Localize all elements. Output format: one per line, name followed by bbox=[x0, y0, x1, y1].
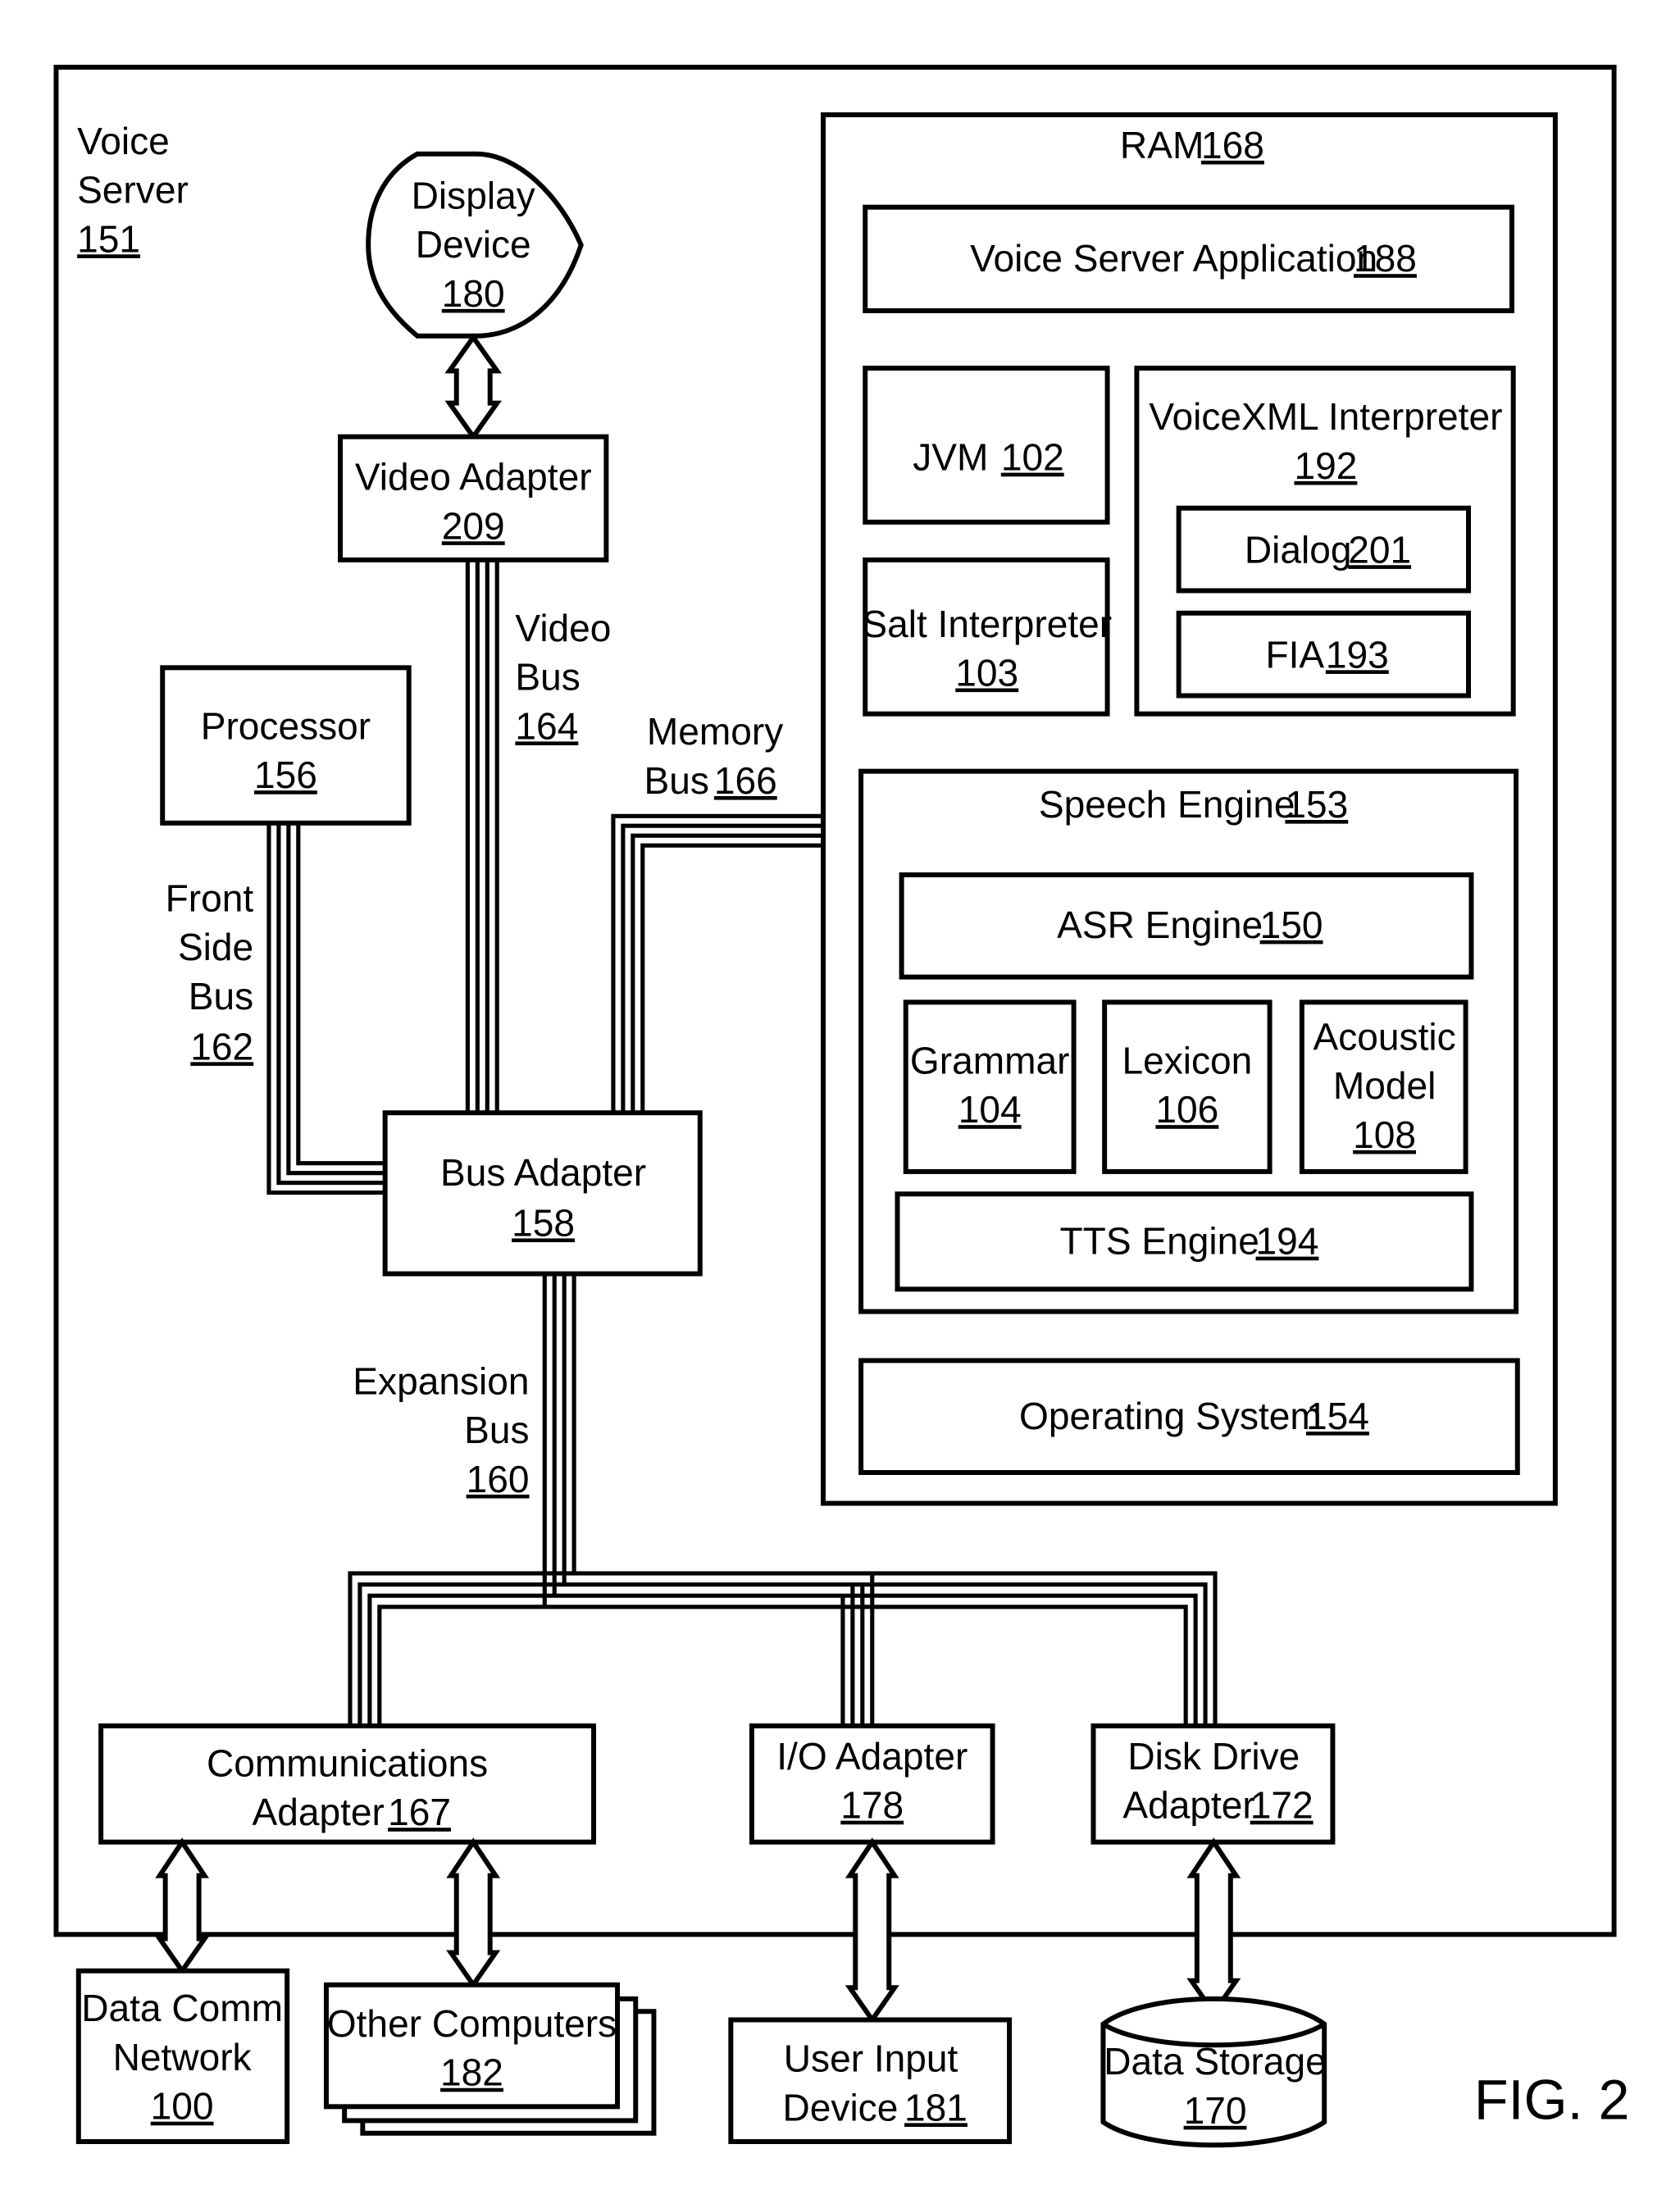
display-device-label-line2: Device bbox=[416, 223, 531, 266]
video-bus-ref: 164 bbox=[515, 704, 578, 747]
asr-engine-ref: 150 bbox=[1260, 904, 1323, 946]
processor-ref: 156 bbox=[254, 753, 317, 796]
ram-ref: 168 bbox=[1201, 124, 1264, 166]
asr-engine-label: ASR Engine bbox=[1057, 904, 1263, 946]
memory-bus-label-line1: Memory bbox=[647, 710, 783, 753]
other-computers-label: Other Computers bbox=[327, 2002, 617, 2045]
voice-server-label-line2: Server bbox=[77, 169, 189, 212]
disk-drive-adapter-label-line1: Disk Drive bbox=[1127, 1735, 1300, 1778]
user-input-device-label-line1: User Input bbox=[784, 2037, 958, 2080]
user-input-device-ref: 181 bbox=[904, 2086, 967, 2128]
figure-label: FIG. 2 bbox=[1474, 2069, 1630, 2132]
voicexml-interpreter-label: VoiceXML Interpreter bbox=[1149, 395, 1502, 438]
user-input-device-label-line2: Device bbox=[783, 2086, 899, 2128]
memory-bus-ref: 166 bbox=[714, 759, 777, 802]
voice-server-application-label: Voice Server Application bbox=[970, 237, 1377, 280]
voicexml-interpreter-ref: 192 bbox=[1294, 444, 1357, 487]
display-device-label-line1: Display bbox=[412, 174, 535, 216]
voice-server-application-ref: 188 bbox=[1354, 237, 1417, 280]
ram-label: RAM bbox=[1120, 124, 1204, 166]
data-storage-ref: 170 bbox=[1184, 2089, 1247, 2132]
front-side-bus-label-line2: Side bbox=[178, 926, 253, 968]
bus-adapter-ref: 158 bbox=[512, 1201, 575, 1244]
dialog-label: Dialog bbox=[1245, 528, 1352, 571]
lexicon-box bbox=[1102, 999, 1273, 1174]
acoustic-model-label-line1: Acoustic bbox=[1313, 1015, 1456, 1058]
grammar-box bbox=[903, 999, 1077, 1174]
fia-ref: 193 bbox=[1326, 633, 1389, 676]
video-bus-label-line2: Bus bbox=[515, 656, 580, 699]
data-comm-network-label-line2: Network bbox=[113, 2036, 253, 2078]
memory-bus-label-line2: Bus bbox=[644, 759, 708, 802]
tts-engine-ref: 194 bbox=[1256, 1220, 1319, 1263]
expansion-bus-label-line1: Expansion bbox=[353, 1359, 529, 1402]
io-adapter-ref: 178 bbox=[840, 1784, 904, 1827]
operating-system-ref: 154 bbox=[1306, 1395, 1369, 1437]
data-comm-network-ref: 100 bbox=[151, 2085, 214, 2128]
disk-drive-adapter-ref: 172 bbox=[1250, 1784, 1313, 1827]
salt-interpreter-label: Salt Interpreter bbox=[862, 603, 1112, 645]
communications-adapter-label-line2: Adapter bbox=[252, 1791, 384, 1833]
voice-server-diagram: Voice Server 151 Display Device 180 Vide… bbox=[53, 64, 1630, 2148]
disk-datastorage-double-arrow bbox=[1186, 1837, 1241, 2018]
data-comm-network-label-line1: Data Comm bbox=[81, 1987, 283, 2029]
disk-drive-adapter-label-line2: Adapter bbox=[1122, 1784, 1254, 1827]
acoustic-model-ref: 108 bbox=[1353, 1113, 1416, 1156]
data-storage-label: Data Storage bbox=[1104, 2040, 1327, 2083]
voice-server-label-line1: Voice bbox=[77, 120, 170, 162]
lexicon-ref: 106 bbox=[1155, 1088, 1218, 1131]
bus-adapter-label: Bus Adapter bbox=[440, 1151, 646, 1194]
comm-othercomputers-double-arrow bbox=[446, 1837, 501, 1990]
dialog-ref: 201 bbox=[1348, 528, 1411, 571]
display-device-ref: 180 bbox=[442, 272, 505, 315]
front-side-bus-label-line3: Bus bbox=[189, 975, 253, 1018]
operating-system-label: Operating System bbox=[1019, 1395, 1322, 1437]
communications-adapter-label-line1: Communications bbox=[207, 1741, 488, 1784]
acoustic-model-label-line2: Model bbox=[1333, 1064, 1436, 1107]
jvm-label: JVM bbox=[913, 436, 988, 479]
comm-datacomm-double-arrow bbox=[155, 1837, 210, 1975]
jvm-ref: 102 bbox=[1001, 436, 1064, 479]
front-side-bus-label-line1: Front bbox=[166, 876, 254, 919]
video-bus-label-line1: Video bbox=[515, 607, 611, 649]
io-userinput-double-arrow bbox=[845, 1837, 899, 2024]
fia-label: FIA bbox=[1265, 633, 1324, 676]
grammar-ref: 104 bbox=[958, 1088, 1022, 1131]
expansion-bus-ref: 160 bbox=[467, 1458, 530, 1500]
front-side-bus-ref: 162 bbox=[190, 1025, 253, 1068]
processor-label: Processor bbox=[201, 704, 371, 747]
tts-engine-label: TTS Engine bbox=[1060, 1220, 1259, 1263]
other-computers-ref: 182 bbox=[440, 2051, 503, 2094]
communications-adapter-ref: 167 bbox=[388, 1791, 451, 1833]
expansion-bus-label-line2: Bus bbox=[464, 1409, 529, 1451]
lexicon-label: Lexicon bbox=[1122, 1039, 1252, 1081]
speech-engine-label: Speech Engine bbox=[1039, 783, 1295, 826]
speech-engine-ref: 153 bbox=[1285, 783, 1348, 826]
io-adapter-label: I/O Adapter bbox=[776, 1735, 967, 1778]
salt-interpreter-ref: 103 bbox=[955, 652, 1018, 694]
grammar-label: Grammar bbox=[910, 1039, 1070, 1081]
video-adapter-label: Video Adapter bbox=[355, 456, 592, 499]
voice-server-ref: 151 bbox=[77, 217, 140, 260]
video-adapter-ref: 209 bbox=[442, 504, 505, 547]
